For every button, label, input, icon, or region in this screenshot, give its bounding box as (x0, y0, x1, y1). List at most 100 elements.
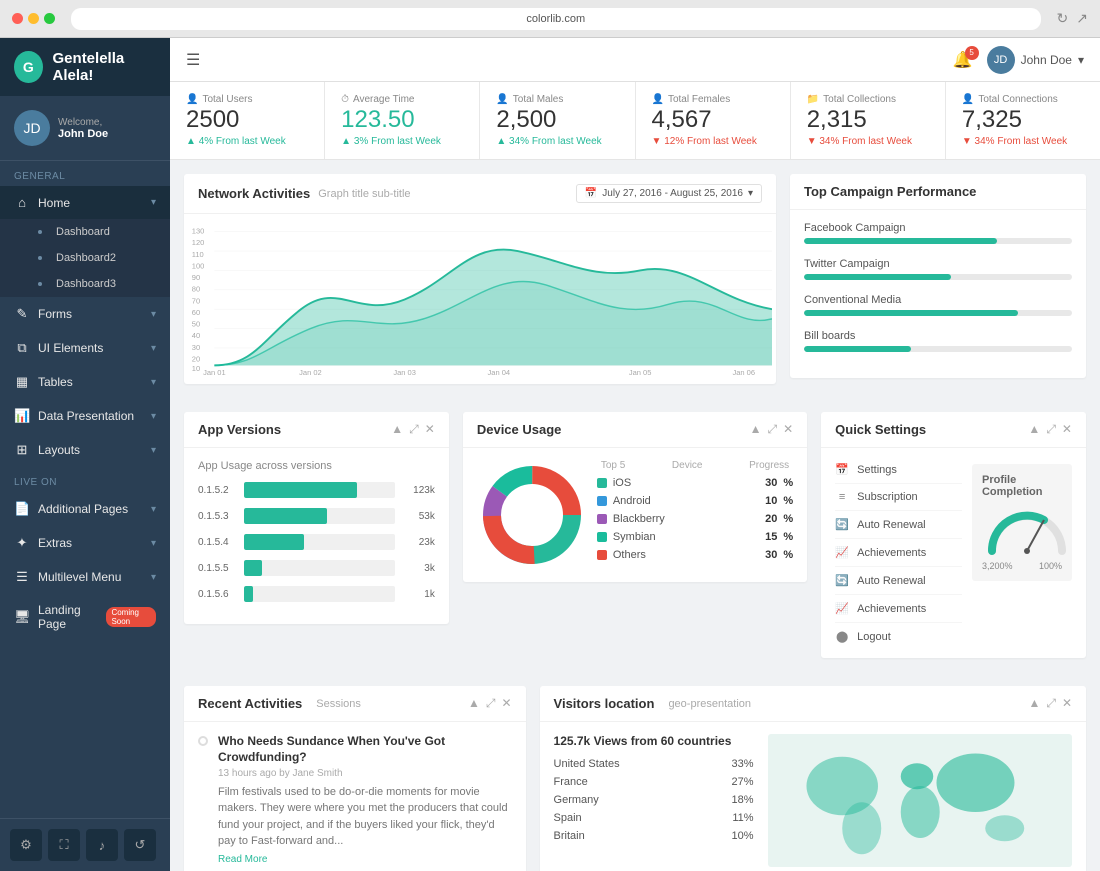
pc-min: 3,200% (982, 561, 1013, 571)
views-label: 125.7k Views from 60 countries (554, 734, 754, 748)
ra-title: Recent Activities (198, 696, 302, 711)
bar-item: 0.1.5.6 1k (198, 586, 435, 602)
qs-auto-renewal[interactable]: 🔄 Auto Renewal (835, 511, 962, 539)
date-filter[interactable]: 📅 July 27, 2016 - August 25, 2016 ▾ (576, 184, 762, 203)
svg-text:60: 60 (192, 308, 200, 317)
maximize-dot[interactable] (44, 13, 55, 24)
chevron-down-icon: ▾ (151, 572, 156, 583)
ios-dot (597, 478, 607, 488)
ui-label: UI Elements (38, 341, 103, 355)
chevron-down-icon: ▾ (151, 411, 156, 422)
qs-settings[interactable]: 📅 Settings (835, 456, 962, 484)
sidebar-item-tables[interactable]: ▦ Tables ▾ (0, 365, 170, 399)
refresh-icon[interactable]: ⤢ (409, 422, 419, 437)
sidebar-item-layouts[interactable]: ⊞ Layouts ▾ (0, 433, 170, 467)
others-dot (597, 550, 607, 560)
sidebar-item-additional[interactable]: 📄 Additional Pages ▾ (0, 492, 170, 526)
audio-btn[interactable]: ♪ (86, 829, 118, 861)
legend-item: Others 30% (597, 549, 793, 561)
visitors-body: 125.7k Views from 60 countries United St… (540, 722, 1086, 871)
refresh-icon[interactable]: ⤢ (486, 696, 496, 711)
expand-icon[interactable]: ▲ (1028, 696, 1040, 711)
main-content: ☰ 🔔 5 JD John Doe ▾ 👤 Total Users (170, 38, 1100, 871)
expand-icon[interactable]: ▲ (750, 422, 762, 437)
android-pct: 10 (765, 495, 777, 507)
sidebar-item-dashboard2[interactable]: Dashboard2 (0, 245, 170, 271)
sidebar-item-home[interactable]: ⌂ Home ▾ (0, 186, 170, 219)
address-bar[interactable]: colorlib.com (71, 8, 1041, 30)
campaign-track (804, 310, 1072, 316)
logo-icon: G (14, 51, 43, 83)
minimize-dot[interactable] (28, 13, 39, 24)
qs-auto-renewal2[interactable]: 🔄 Auto Renewal (835, 567, 962, 595)
stat-change: ▼ 12% From last Week (652, 136, 774, 147)
svg-text:Jan 04: Jan 04 (488, 368, 511, 377)
sidebar-item-data[interactable]: 📊 Data Presentation ▾ (0, 399, 170, 433)
sidebar-sub-home: Dashboard Dashboard2 Dashboard3 (0, 219, 170, 297)
collections-icon: 📁 (807, 94, 819, 105)
visitors-inner: 125.7k Views from 60 countries United St… (554, 734, 1072, 867)
reload-icon[interactable]: ↻ (1057, 10, 1069, 27)
landing-icon: 🖥 (14, 609, 30, 625)
svg-text:80: 80 (192, 285, 200, 294)
close-icon[interactable]: ✕ (501, 696, 511, 711)
expand-icon[interactable]: ▲ (468, 696, 480, 711)
symbian-pct: 15 (765, 531, 777, 543)
device-header: Device Usage ▲ ⤢ ✕ (463, 412, 807, 448)
middle-row: App Versions ▲ ⤢ ✕ App Usage across vers… (184, 412, 1086, 672)
chart-icon: 📈 (835, 546, 849, 559)
sessions-label: Sessions (316, 698, 361, 710)
refresh-btn[interactable]: ↺ (124, 829, 156, 861)
stats-row: 👤 Total Users 2500 ▲ 4% From last Week ⏱… (170, 82, 1100, 160)
qs-achievements[interactable]: 📈 Achievements (835, 539, 962, 567)
bar-fill (244, 508, 327, 524)
close-icon[interactable]: ✕ (783, 422, 793, 437)
sidebar-item-landing[interactable]: 🖥 Landing Page Coming Soon (0, 594, 170, 640)
campaign-track (804, 346, 1072, 352)
notif-badge: 5 (965, 46, 979, 60)
stat-label: 👤 Total Connections (962, 94, 1084, 105)
campaign-item: Bill boards (804, 330, 1072, 352)
stat-value: 123.50 (341, 107, 463, 133)
refresh-icon[interactable]: ⤢ (767, 422, 777, 437)
activity-text: Film festivals used to be do-or-die mome… (218, 784, 512, 850)
android-dot (597, 496, 607, 506)
expand-icon[interactable]: ▲ (391, 422, 403, 437)
sidebar-item-forms[interactable]: ✎ Forms ▾ (0, 297, 170, 331)
content-area: Network Activities Graph title sub-title… (170, 160, 1100, 871)
notifications-btn[interactable]: 🔔 5 (953, 50, 973, 70)
qs-logout[interactable]: ⬤ Logout (835, 623, 962, 650)
country-name: France (554, 776, 718, 788)
qs-subscription[interactable]: ≡ Subscription (835, 484, 962, 511)
sidebar-item-multilevel[interactable]: ☰ Multilevel Menu ▾ (0, 560, 170, 594)
bar-track (244, 560, 395, 576)
settings-bottom-btn[interactable]: ⚙ (10, 829, 42, 861)
campaign-fill (804, 346, 911, 352)
device-usage-widget: Device Usage ▲ ⤢ ✕ (463, 412, 807, 582)
app-usage-subtitle: App Usage across versions (198, 460, 435, 472)
sidebar-item-extras[interactable]: ✦ Extras ▾ (0, 526, 170, 560)
close-dot[interactable] (12, 13, 23, 24)
sidebar-item-dashboard[interactable]: Dashboard (0, 219, 170, 245)
refresh-icon[interactable]: ⤢ (1046, 422, 1056, 437)
hamburger-icon[interactable]: ☰ (186, 50, 200, 70)
close-icon[interactable]: ✕ (1062, 422, 1072, 437)
sidebar-item-ui[interactable]: ⧉ UI Elements ▾ (0, 331, 170, 365)
refresh-icon[interactable]: ⤢ (1046, 696, 1056, 711)
stat-change: ▼ 34% From last Week (962, 136, 1084, 147)
dashboard3-label: Dashboard3 (56, 278, 116, 290)
expand-icon[interactable]: ▲ (1028, 422, 1040, 437)
close-icon[interactable]: ✕ (1062, 696, 1072, 711)
close-icon[interactable]: ✕ (425, 422, 435, 437)
expand-btn[interactable]: ⛶ (48, 829, 80, 861)
campaign-track (804, 238, 1072, 244)
campaign-item: Facebook Campaign (804, 222, 1072, 244)
open-icon[interactable]: ↗ (1076, 10, 1088, 27)
qs-achievements2[interactable]: 📈 Achievements (835, 595, 962, 623)
stat-total-connections: 👤 Total Connections 7,325 ▼ 34% From las… (946, 82, 1100, 159)
visitors-actions: ▲ ⤢ ✕ (1028, 696, 1072, 711)
top-header: ☰ 🔔 5 JD John Doe ▾ (170, 38, 1100, 82)
read-more-link[interactable]: Read More (218, 854, 512, 865)
sidebar-item-dashboard3[interactable]: Dashboard3 (0, 271, 170, 297)
header-user-menu[interactable]: JD John Doe ▾ (987, 46, 1084, 74)
